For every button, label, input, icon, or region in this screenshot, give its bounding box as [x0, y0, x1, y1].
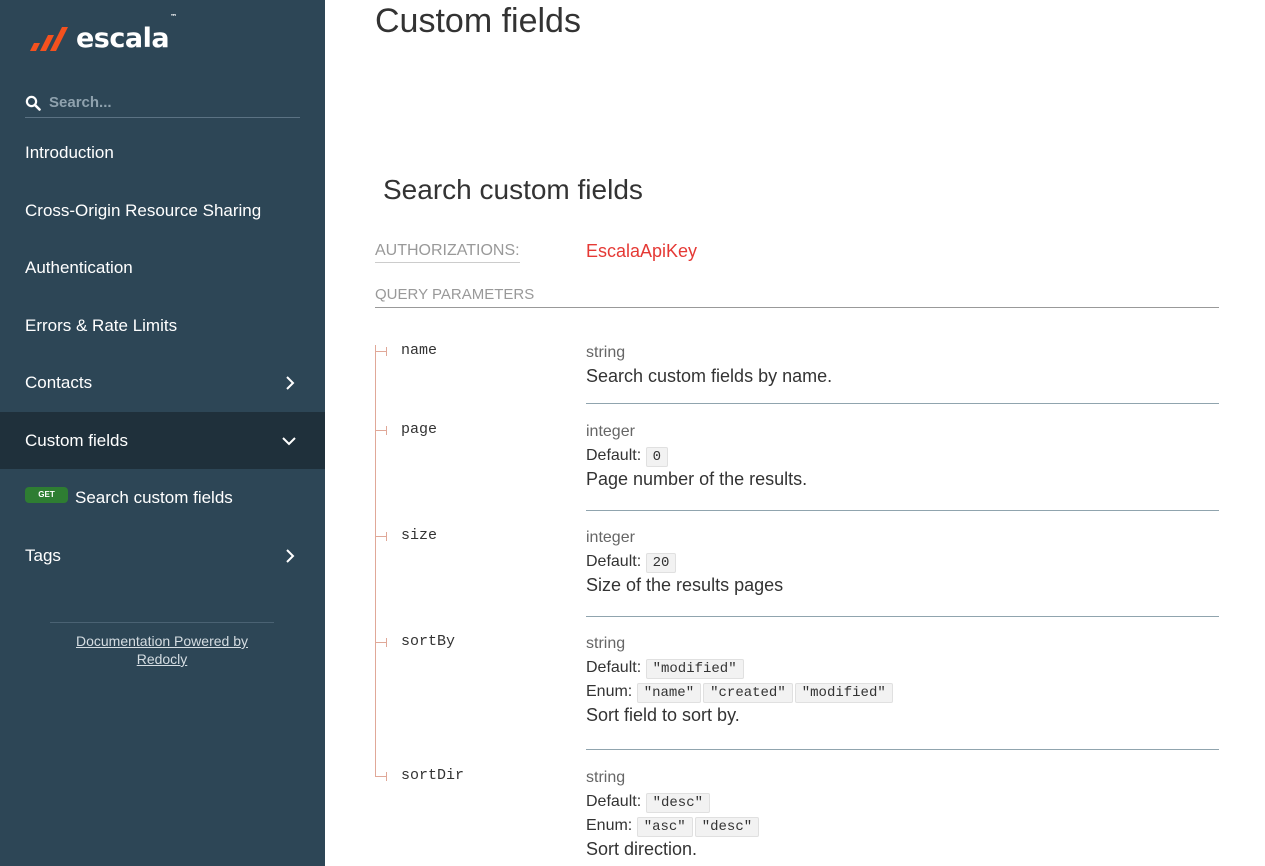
trademark-symbol: ™ [170, 12, 177, 21]
param-tree-connector [375, 638, 387, 647]
default-value: 20 [645, 553, 677, 573]
param-divider [586, 616, 1219, 617]
powered-by-footer: Documentation Powered by Redocly [50, 622, 274, 669]
sidebar-item-search-custom-fields[interactable]: GET Search custom fields [0, 469, 325, 526]
enum-label: Enum: [586, 683, 633, 700]
sidebar-item-custom-fields[interactable]: Custom fields [0, 412, 325, 469]
param-details: integer Default: 20 Size of the results … [586, 529, 1219, 596]
params-tree-line [375, 345, 376, 776]
enum-value: "name" [636, 683, 702, 703]
default-value: "modified" [645, 659, 744, 679]
param-type: integer [586, 423, 635, 440]
sidebar-item-label: Search custom fields [75, 487, 233, 507]
param-default-row: Default: 0 [586, 447, 1219, 467]
param-type: string [586, 635, 626, 652]
param-default-row: Default: "desc" [586, 793, 1219, 813]
param-tree-connector [375, 347, 387, 356]
param-type: integer [586, 529, 635, 546]
default-label: Default: [586, 553, 642, 570]
sidebar-item-cors[interactable]: Cross-Origin Resource Sharing [0, 182, 325, 239]
brand-name: escala™ [76, 12, 177, 54]
sidebar: escala™ Introduction Cross-Origin Resour… [0, 0, 325, 866]
param-tree-connector [375, 532, 387, 541]
param-name: page [401, 421, 438, 438]
search-icon [25, 95, 41, 111]
query-parameters-label: QUERY PARAMETERS [375, 286, 535, 303]
param-name: size [401, 527, 438, 544]
param-description: Search custom fields by name. [586, 366, 833, 386]
operation-title: Search custom fields [383, 174, 643, 205]
escala-logo-icon [30, 27, 68, 51]
chevron-right-icon [286, 548, 295, 563]
param-tree-connector [375, 426, 387, 435]
enum-value: "created" [703, 683, 793, 703]
enum-value: "modified" [794, 683, 893, 703]
param-description: Page number of the results. [586, 469, 808, 489]
enum-value: "desc" [694, 817, 760, 837]
section-divider [375, 307, 1219, 308]
param-enum-row: Enum: "name" "created" "modified" [586, 683, 1219, 703]
page-title: Custom fields [375, 2, 581, 40]
param-enum-row: Enum: "asc" "desc" [586, 817, 1219, 837]
sidebar-item-label: Cross-Origin Resource Sharing [25, 200, 262, 220]
enum-value: "asc" [636, 817, 693, 837]
param-name: sortBy [401, 633, 456, 650]
authorizations-label: AUTHORIZATIONS: [375, 242, 520, 263]
sidebar-item-label: Introduction [25, 142, 114, 162]
param-description: Sort field to sort by. [586, 705, 740, 725]
sidebar-item-label: Custom fields [25, 430, 128, 450]
sidebar-item-label: Tags [25, 545, 61, 565]
param-name: sortDir [401, 767, 465, 784]
param-description: Sort direction. [586, 839, 698, 859]
default-label: Default: [586, 793, 642, 810]
escala-logo[interactable]: escala™ [28, 12, 177, 56]
search-input[interactable] [49, 94, 279, 111]
sidebar-item-introduction[interactable]: Introduction [0, 124, 325, 181]
search-box [25, 88, 300, 118]
sidebar-item-label: Contacts [25, 372, 93, 392]
http-method-badge: GET [25, 486, 68, 503]
param-details: string Search custom fields by name. [586, 344, 1219, 387]
param-default-row: Default: 20 [586, 553, 1219, 573]
param-details: string Default: "modified" Enum: "name" "… [586, 635, 1219, 726]
param-description: Size of the results pages [586, 575, 784, 595]
param-divider [586, 510, 1219, 511]
default-value: 0 [645, 447, 668, 467]
param-divider [586, 749, 1219, 750]
chevron-down-icon [282, 436, 296, 445]
default-label: Default: [586, 447, 642, 464]
param-type: string [586, 769, 626, 786]
param-default-row: Default: "modified" [586, 659, 1219, 679]
chevron-right-icon [286, 375, 295, 390]
sidebar-item-contacts[interactable]: Contacts [0, 354, 325, 411]
param-tree-connector [375, 772, 387, 781]
default-label: Default: [586, 659, 642, 676]
enum-label: Enum: [586, 817, 633, 834]
powered-by-redocly-link[interactable]: Documentation Powered by Redocly [76, 633, 248, 667]
param-details: integer Default: 0 Page number of the re… [586, 423, 1219, 490]
authorization-scheme-link[interactable]: EscalaApiKey [586, 241, 697, 262]
param-divider [586, 403, 1219, 404]
param-name: name [401, 342, 438, 359]
sidebar-item-errors-rate-limits[interactable]: Errors & Rate Limits [0, 297, 325, 354]
main-content: Custom fields Search custom fields AUTHO… [325, 0, 1265, 866]
param-type: string [586, 344, 626, 361]
sidebar-item-tags[interactable]: Tags [0, 527, 325, 584]
default-value: "desc" [645, 793, 711, 813]
sidebar-item-authentication[interactable]: Authentication [0, 239, 325, 296]
sidebar-item-label: Errors & Rate Limits [25, 315, 178, 335]
param-details: string Default: "desc" Enum: "asc" "desc"… [586, 769, 1219, 860]
sidebar-item-label: Authentication [25, 257, 133, 277]
